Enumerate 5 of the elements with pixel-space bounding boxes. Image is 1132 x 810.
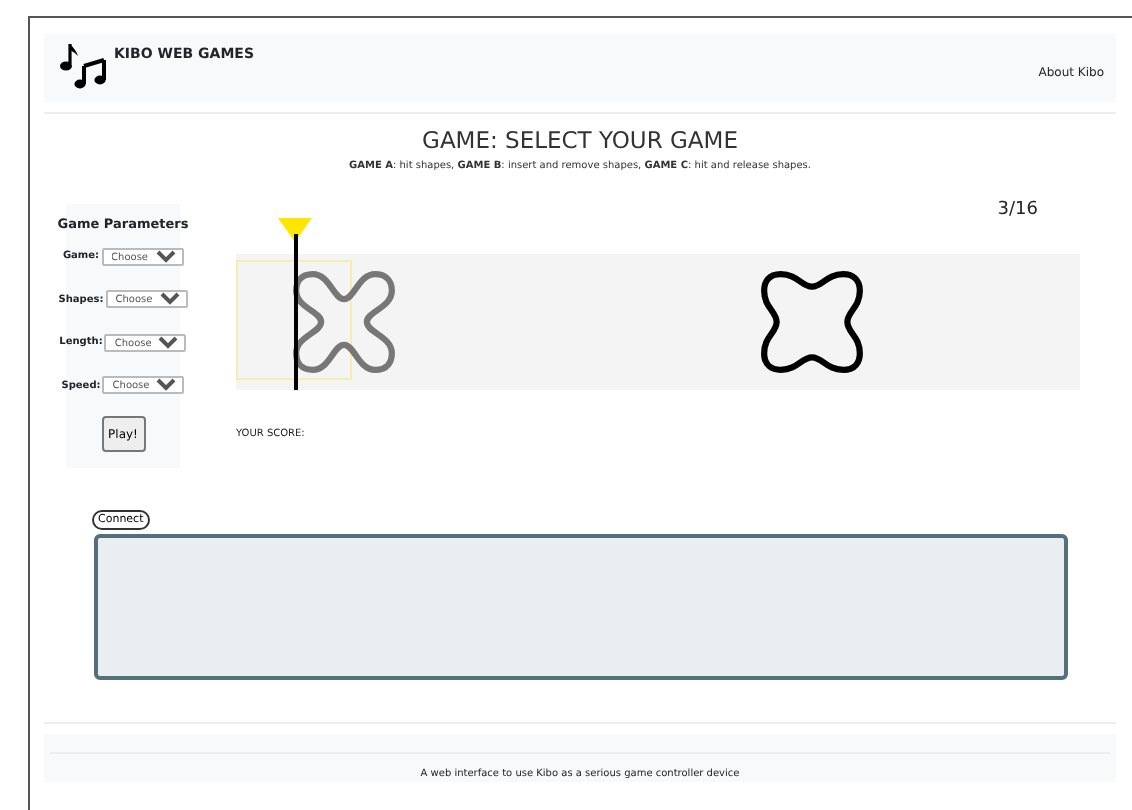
hit-zone [236,260,352,380]
page-title: GAME: SELECT YOUR GAME [422,126,738,154]
shape-counter: 3/16 [997,200,1038,220]
marker-triangle-icon [278,218,312,242]
music-notes-icon [60,42,112,90]
